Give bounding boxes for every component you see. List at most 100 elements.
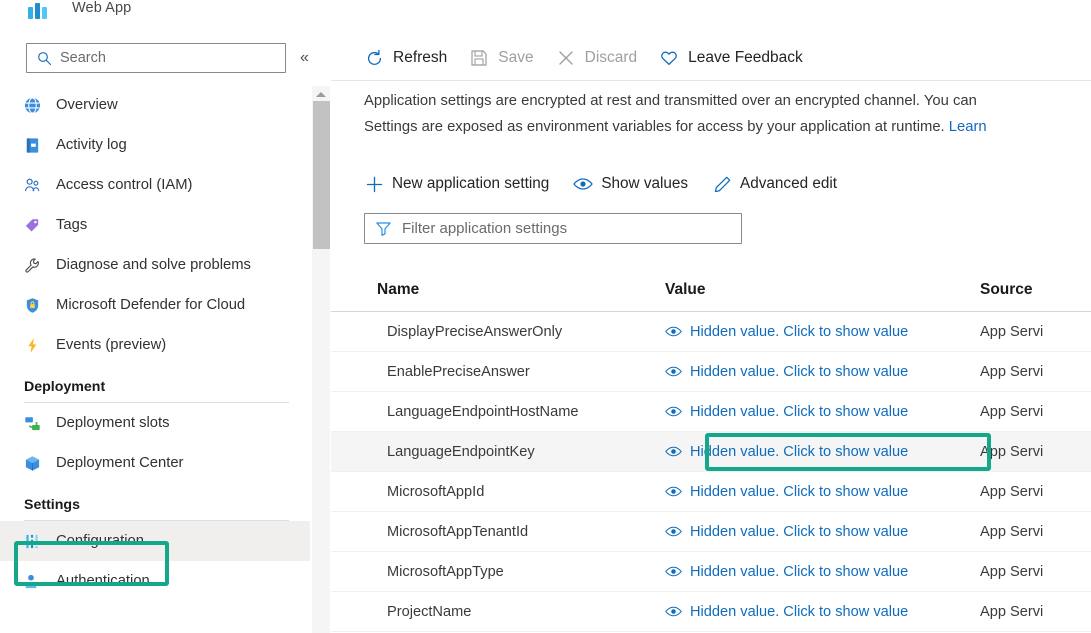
sidebar-search-row: Search « (0, 42, 331, 74)
show-values-label: Show values (601, 175, 689, 192)
eye-icon (665, 485, 682, 498)
sidebar-item-deployment-slots[interactable]: Deployment slots (0, 403, 310, 443)
table-row[interactable]: LanguageEndpointHostName Hidden value. Cl… (331, 392, 1091, 432)
learn-more-link[interactable]: Learn (949, 119, 987, 135)
refresh-button[interactable]: Refresh (364, 48, 447, 68)
new-application-setting-button[interactable]: New application setting (364, 174, 549, 194)
table-row[interactable]: MicrosoftAppTenantId Hidden value. Click … (331, 512, 1091, 552)
chevron-double-left-icon[interactable]: « (300, 50, 309, 66)
tags-icon (22, 215, 42, 235)
table-row[interactable]: EnablePreciseAnswer Hidden value. Click t… (331, 352, 1091, 392)
setting-name: EnablePreciseAnswer (387, 363, 530, 380)
hidden-value-link[interactable]: Hidden value. Click to show value (690, 444, 908, 460)
setting-name: ProjectName (387, 603, 472, 620)
setting-source: App Servi (980, 363, 1044, 380)
sidebar-item-label: Authentication (56, 573, 150, 589)
sidebar-item-label: Deployment slots (56, 415, 170, 431)
settings-description: Application settings are encrypted at re… (364, 88, 1091, 140)
search-icon (37, 51, 52, 66)
resource-sidebar: Web App Search « Overview Activity log A… (0, 0, 331, 633)
close-icon (556, 48, 576, 68)
access-control-icon (22, 175, 42, 195)
eye-icon (665, 605, 682, 618)
hidden-value-link[interactable]: Hidden value. Click to show value (690, 364, 908, 380)
setting-value-cell: Hidden value. Click to show value (665, 404, 980, 420)
sidebar-item-configuration[interactable]: Configuration (0, 521, 310, 561)
discard-button[interactable]: Discard (556, 48, 637, 68)
sidebar-item-authentication[interactable]: Authentication (0, 561, 310, 601)
leave-feedback-label: Leave Feedback (688, 49, 803, 66)
configuration-icon (22, 531, 42, 551)
save-label: Save (498, 49, 534, 66)
sidebar-item-overview[interactable]: Overview (0, 85, 310, 125)
setting-source: App Servi (980, 523, 1044, 540)
table-row[interactable]: ProjectName Hidden value. Click to show v… (331, 592, 1091, 632)
pencil-icon (712, 174, 732, 194)
save-button[interactable]: Save (469, 48, 534, 68)
setting-source: App Servi (980, 563, 1044, 580)
setting-name: MicrosoftAppTenantId (387, 523, 529, 540)
sidebar-nav-list: Overview Activity log Access control (IA… (0, 85, 310, 601)
hidden-value-link[interactable]: Hidden value. Click to show value (690, 524, 908, 540)
sidebar-item-access-control[interactable]: Access control (IAM) (0, 165, 310, 205)
setting-source: App Servi (980, 323, 1044, 340)
show-values-button[interactable]: Show values (573, 174, 688, 194)
sidebar-group-title: Settings (24, 497, 80, 513)
filter-input[interactable]: Filter application settings (364, 213, 742, 244)
column-header-source[interactable]: Source (980, 281, 1091, 299)
setting-value-cell: Hidden value. Click to show value (665, 324, 980, 340)
eye-icon (665, 405, 682, 418)
hidden-value-link[interactable]: Hidden value. Click to show value (690, 484, 908, 500)
table-row[interactable]: LanguageEndpointKey Hidden value. Click t… (331, 432, 1091, 472)
plus-icon (364, 174, 384, 194)
setting-source: App Servi (980, 443, 1044, 460)
refresh-label: Refresh (393, 49, 448, 66)
sidebar-item-deployment-center[interactable]: Deployment Center (0, 443, 310, 483)
advanced-edit-button[interactable]: Advanced edit (712, 174, 837, 194)
new-application-setting-label: New application setting (392, 175, 550, 192)
search-placeholder: Search (60, 50, 106, 66)
sidebar-item-activity-log[interactable]: Activity log (0, 125, 310, 165)
web-app-icon (28, 0, 50, 19)
sidebar-item-label: Tags (56, 217, 88, 233)
save-icon (469, 48, 489, 68)
scroll-up-arrow-icon[interactable] (312, 86, 330, 102)
sidebar-group-title: Deployment (24, 379, 106, 395)
shield-icon (22, 295, 42, 315)
sidebar-item-diagnose[interactable]: Diagnose and solve problems (0, 245, 310, 285)
command-bar: Refresh Save Discard Leave Feedback (331, 36, 825, 80)
sidebar-item-tags[interactable]: Tags (0, 205, 310, 245)
setting-name: MicrosoftAppType (387, 563, 504, 580)
table-row[interactable]: MicrosoftAppType Hidden value. Click to s… (331, 552, 1091, 592)
column-header-name[interactable]: Name (331, 281, 665, 299)
eye-icon (665, 325, 682, 338)
sidebar-item-label: Activity log (56, 137, 127, 153)
authentication-icon (22, 571, 42, 591)
setting-name: DisplayPreciseAnswerOnly (387, 323, 563, 340)
sidebar-item-events[interactable]: Events (preview) (0, 325, 310, 365)
table-row[interactable]: DisplayPreciseAnswerOnly Hidden value. Cl… (331, 312, 1091, 352)
sidebar-item-defender[interactable]: Microsoft Defender for Cloud (0, 285, 310, 325)
settings-action-bar: New application setting Show values Adva… (331, 168, 861, 200)
setting-source: App Servi (980, 403, 1044, 420)
hidden-value-link[interactable]: Hidden value. Click to show value (690, 564, 908, 580)
sidebar-item-label: Deployment Center (56, 455, 184, 471)
table-body: DisplayPreciseAnswerOnly Hidden value. Cl… (331, 312, 1091, 632)
refresh-icon (364, 48, 384, 68)
hidden-value-link[interactable]: Hidden value. Click to show value (690, 404, 908, 420)
hidden-value-link[interactable]: Hidden value. Click to show value (690, 604, 908, 620)
sidebar-item-label: Configuration (56, 533, 145, 549)
search-input[interactable]: Search (26, 43, 286, 73)
lightning-bolt-icon (22, 335, 42, 355)
filter-icon (375, 220, 392, 237)
setting-value-cell: Hidden value. Click to show value (665, 604, 980, 620)
table-row[interactable]: MicrosoftAppId Hidden value. Click to sho… (331, 472, 1091, 512)
column-header-value[interactable]: Value (665, 281, 980, 299)
eye-icon (665, 365, 682, 378)
sidebar-item-label: Access control (IAM) (56, 177, 193, 193)
sidebar-scrollbar-thumb[interactable] (313, 101, 330, 249)
deployment-center-icon (22, 453, 42, 473)
leave-feedback-button[interactable]: Leave Feedback (659, 48, 803, 68)
deployment-slots-icon (22, 413, 42, 433)
hidden-value-link[interactable]: Hidden value. Click to show value (690, 324, 908, 340)
